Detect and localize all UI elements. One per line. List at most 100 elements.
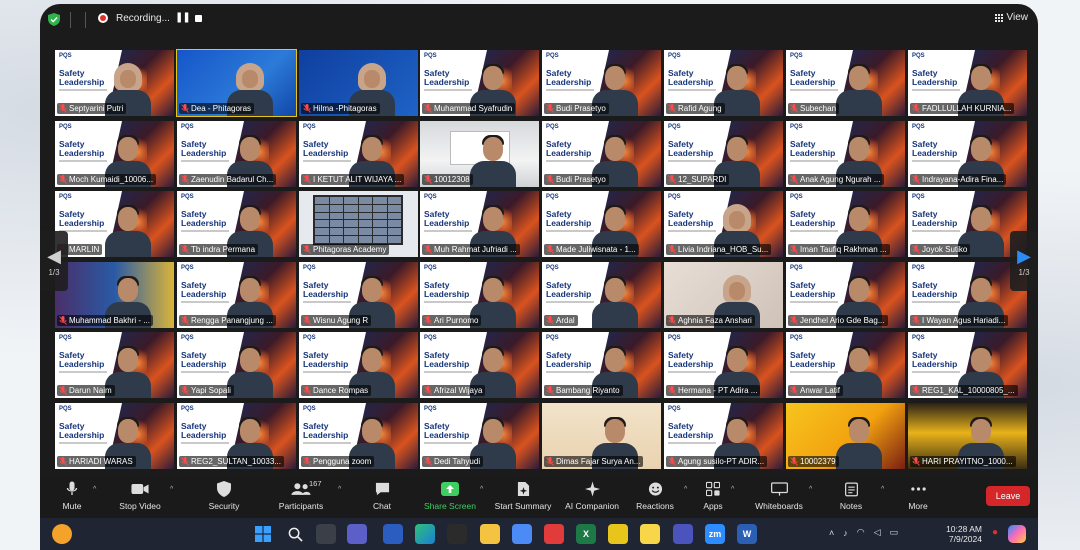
stop-recording-button[interactable] <box>195 15 202 22</box>
participant-tile[interactable]: PQS Safety Leadership Made Juliwisnata - 1.… <box>542 191 661 257</box>
participant-tile[interactable]: PQS Safety Leadership Septyarini Putri <box>55 50 174 116</box>
start-summary-button[interactable]: Start Summary <box>488 480 558 511</box>
leave-meeting-button[interactable]: Leave <box>986 486 1030 506</box>
participant-tile[interactable]: PQS Safety Leadership Livia Indriana_HOB_Su… <box>664 191 783 257</box>
search-icon[interactable] <box>285 524 305 544</box>
participant-tile[interactable]: PQS Safety Leadership Anwar Latif <box>786 332 905 398</box>
participant-tile[interactable]: Hilma -Phitagoras <box>299 50 418 116</box>
participant-tile[interactable]: PQS Safety Leadership Darun Naim <box>55 332 174 398</box>
participant-tile[interactable]: Dea - Phitagoras <box>176 49 297 117</box>
participant-tile[interactable]: PQS Safety Leadership Muhammad Syafrudin <box>420 50 539 116</box>
participant-tile[interactable]: PQS Safety Leadership Bambang Riyanto <box>542 332 661 398</box>
slide-title-line2: Leadership <box>59 359 105 369</box>
participant-tile[interactable]: PQS Safety Leadership Anak Agung Ngurah ... <box>786 121 905 187</box>
teams-chat-icon[interactable] <box>347 524 367 544</box>
participant-tile[interactable]: PQS Safety Leadership HARIADI WARAS <box>55 403 174 469</box>
volume-icon[interactable]: ◁ <box>874 527 881 538</box>
participant-tile[interactable]: PQS Safety Leadership Dance Rompas <box>299 332 418 398</box>
encryption-shield-icon[interactable] <box>48 13 60 26</box>
participant-tile[interactable]: PQS Safety Leadership Iman Taufiq Rakhman .… <box>786 191 905 257</box>
share-options-caret-icon[interactable]: ^ <box>480 486 483 493</box>
stop-video-button[interactable]: Stop Video <box>105 480 175 511</box>
windows-start-icon[interactable] <box>253 524 273 544</box>
participants-button[interactable]: 167 Participants <box>266 479 336 511</box>
chrome-browser-icon[interactable] <box>544 524 564 544</box>
participant-tile[interactable]: PQS Safety Leadership Rengga Panangjung ... <box>177 262 296 328</box>
teams-icon[interactable] <box>673 524 693 544</box>
participants-options-caret-icon[interactable]: ^ <box>338 486 341 493</box>
pause-recording-button[interactable]: ❚❚ <box>175 12 191 23</box>
participant-tile[interactable]: PQS Safety Leadership Pengguna zoom <box>299 403 418 469</box>
zoom-app-icon[interactable]: zm <box>705 524 725 544</box>
chat-button[interactable]: Chat <box>347 480 417 511</box>
participant-tile[interactable]: PQS Safety Leadership Agung susilo-PT ADIR.… <box>664 403 783 469</box>
participant-tile[interactable]: PQS Safety Leadership Budi Prasetyo <box>542 50 661 116</box>
mail-icon[interactable] <box>383 524 403 544</box>
notification-bell-icon[interactable]: ● <box>992 527 998 538</box>
apps-options-caret-icon[interactable]: ^ <box>731 486 734 493</box>
wifi-icon[interactable]: ◠ <box>857 527 865 538</box>
microphone-tray-icon[interactable]: ♪ <box>843 528 848 538</box>
participant-name: HARI PRAYITNO_1000... <box>922 457 1013 466</box>
participants-label: Participants <box>278 501 324 511</box>
sticky-notes-icon[interactable] <box>640 524 660 544</box>
participant-tile[interactable]: Muhammad Bakhri - ... <box>55 262 174 328</box>
page-indicator-left: 1/3 <box>48 267 60 277</box>
participant-tile[interactable]: PQS Safety Leadership Afrizal Wijaya <box>420 332 539 398</box>
view-button[interactable]: View <box>994 12 1028 23</box>
photos-icon[interactable] <box>512 524 532 544</box>
participant-tile[interactable]: HARI PRAYITNO_1000... <box>908 403 1027 469</box>
participant-tile[interactable]: Phitagoras Academy <box>299 191 418 257</box>
participant-tile[interactable]: PQS Safety Leadership Wisnu Agung R <box>299 262 418 328</box>
participant-tile[interactable]: PQS Safety Leadership 12_SUPARDI <box>664 121 783 187</box>
file-explorer-icon[interactable] <box>480 524 500 544</box>
weather-widget-icon[interactable] <box>52 524 72 544</box>
next-page-button[interactable]: ▶ 1/3 <box>1010 231 1038 291</box>
participant-tile[interactable]: PQS Safety Leadership Jendhel Ario Gde Bag.… <box>786 262 905 328</box>
participant-tile[interactable]: Aghnia Faza Anshari <box>664 262 783 328</box>
participant-tile[interactable]: PQS Safety Leadership Indrayana-Adira Fina.… <box>908 121 1027 187</box>
task-view-icon[interactable] <box>316 524 336 544</box>
participant-tile[interactable]: PQS Safety Leadership Moch Kumaidi_10006... <box>55 121 174 187</box>
word-icon[interactable]: W <box>737 524 757 544</box>
participant-tile[interactable]: PQS Safety Leadership I KETUT ALIT WIJAYA .… <box>299 121 418 187</box>
excel-icon[interactable]: X <box>576 524 596 544</box>
more-button[interactable]: More <box>883 480 953 511</box>
participant-tile[interactable]: PQS Safety Leadership Tb indra Permana <box>177 191 296 257</box>
taskbar-clock[interactable]: 10:28 AM 7/9/2024 <box>946 524 982 544</box>
chevron-up-icon[interactable]: ˄ <box>829 528 834 538</box>
ai-companion-button[interactable]: AI Companion <box>557 480 627 511</box>
previous-page-button[interactable]: ◀ 1/3 <box>40 231 68 291</box>
participant-tile[interactable]: 10012308 <box>420 121 539 187</box>
participant-tile[interactable]: PQS Safety Leadership Yapi Sopali <box>177 332 296 398</box>
share-screen-button[interactable]: Share Screen <box>415 480 485 511</box>
participant-tile[interactable]: PQS Safety Leadership Ari Purnomo <box>420 262 539 328</box>
store-icon[interactable] <box>447 524 467 544</box>
participant-tile[interactable]: PQS Safety Leadership Muh Rahmat Jufriadi .… <box>420 191 539 257</box>
security-button[interactable]: Security <box>189 480 259 511</box>
whiteboards-options-caret-icon[interactable]: ^ <box>809 486 812 493</box>
audio-options-caret-icon[interactable]: ^ <box>93 486 96 493</box>
video-options-caret-icon[interactable]: ^ <box>170 486 173 493</box>
participant-tile[interactable]: PQS Safety Leadership Subechan <box>786 50 905 116</box>
apps-button[interactable]: Apps <box>678 480 748 511</box>
participant-tile[interactable]: Dimas Fajar Surya An... <box>542 403 661 469</box>
participant-tile[interactable]: PQS Safety Leadership REG2_SULTAN_10033... <box>177 403 296 469</box>
notes-button[interactable]: Notes <box>816 480 886 511</box>
participant-tile[interactable]: PQS Safety Leadership Zaenudin Badarul Ch..… <box>177 121 296 187</box>
participant-tile[interactable]: PQS Safety Leadership Rafid Agung <box>664 50 783 116</box>
participant-tile[interactable]: 10002379 <box>786 403 905 469</box>
participant-tile[interactable]: PQS Safety Leadership MARLIN <box>55 191 174 257</box>
copilot-icon[interactable] <box>1008 525 1026 543</box>
mute-button[interactable]: Mute <box>40 480 107 511</box>
participant-tile[interactable]: PQS Safety Leadership Dedi Tahyudi <box>420 403 539 469</box>
battery-icon[interactable]: ▭ <box>889 527 898 538</box>
whiteboards-button[interactable]: Whiteboards <box>744 480 814 511</box>
participant-tile[interactable]: PQS Safety Leadership Budi Prasetyo <box>542 121 661 187</box>
participant-tile[interactable]: PQS Safety Leadership FADLLULLAH KURNIA... <box>908 50 1027 116</box>
participant-tile[interactable]: PQS Safety Leadership Ardal <box>542 262 661 328</box>
participant-tile[interactable]: PQS Safety Leadership Hermana - PT Adira ..… <box>664 332 783 398</box>
chrome-alt-icon[interactable] <box>608 524 628 544</box>
edge-browser-icon[interactable] <box>415 524 435 544</box>
participant-tile[interactable]: PQS Safety Leadership REG1_KAL_10000805_... <box>908 332 1027 398</box>
